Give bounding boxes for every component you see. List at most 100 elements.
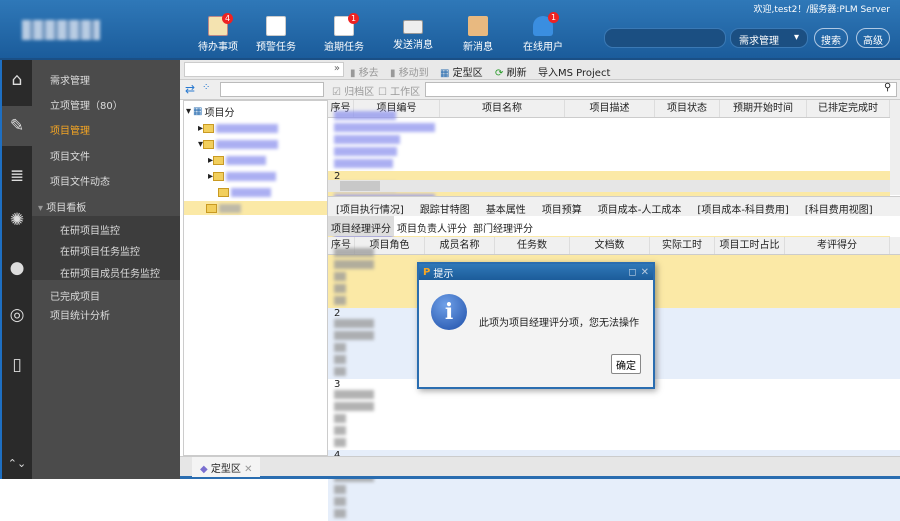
- new-message-button[interactable]: 新消息: [450, 16, 506, 53]
- sync-icon[interactable]: ⇄: [185, 82, 195, 96]
- tab-detail[interactable]: 基本属性: [478, 197, 534, 216]
- table-cell: [328, 402, 398, 414]
- database-icon[interactable]: ≣: [2, 156, 32, 196]
- folder-icon: [203, 123, 215, 133]
- menu-requirements[interactable]: 需求管理: [50, 72, 90, 87]
- book-icon[interactable]: ▯: [2, 345, 32, 385]
- tree-search-input[interactable]: [220, 82, 324, 97]
- table-cell: [328, 485, 393, 497]
- caret-down-icon: ▾: [38, 203, 47, 214]
- remove-button[interactable]: ▮ 移去: [350, 64, 379, 79]
- send-message-button[interactable]: 发送消息: [385, 16, 441, 51]
- table-row[interactable]: 3: [328, 379, 900, 450]
- detail-tabs: [项目执行情况] 跟踪甘特图 基本属性 项目预算 项目成本-人工成本 [项目成本-科目费用…: [328, 196, 900, 216]
- column-header[interactable]: 考评得分: [785, 237, 890, 254]
- broadcast-icon[interactable]: ◎: [2, 295, 32, 335]
- column-header[interactable]: 项目工时占比: [715, 237, 785, 254]
- tree-icon[interactable]: ⁘: [202, 82, 210, 93]
- overdue-tasks-button[interactable]: 1 逾期任务: [316, 13, 372, 53]
- todo-button[interactable]: 4 待办事项: [190, 13, 246, 53]
- warning-tasks-button[interactable]: 预警任务: [248, 16, 304, 53]
- table-cell: [328, 390, 398, 402]
- tree-node[interactable]: ▸: [208, 169, 277, 183]
- tab-detail[interactable]: 跟踪甘特图: [412, 197, 478, 216]
- tab-detail[interactable]: [项目执行情况]: [328, 197, 412, 216]
- tree-root[interactable]: ▾ ▦ 项目分: [186, 104, 234, 119]
- search-button[interactable]: 搜索: [814, 28, 848, 48]
- dialog-message: 此项为项目经理评分项，您无法操作: [479, 318, 639, 329]
- tree-node-selected[interactable]: [184, 201, 327, 215]
- menu-project-file-activity[interactable]: 项目文件动态: [50, 173, 110, 188]
- building-icon: ▦: [193, 105, 203, 117]
- tree-node[interactable]: ▾: [198, 137, 279, 151]
- menu-active-project-task-monitor[interactable]: 在研项目任务监控: [60, 243, 140, 258]
- refresh-icon: ⟳: [495, 68, 504, 79]
- table-cell: [328, 135, 418, 147]
- import-ms-project-button[interactable]: 导入MS Project: [538, 64, 610, 79]
- search-input[interactable]: [604, 28, 726, 48]
- info-icon: i: [431, 294, 467, 330]
- edit-icon[interactable]: ✎: [2, 106, 32, 146]
- scroll-chevrons-icon[interactable]: ⌃⌄: [2, 452, 32, 474]
- menu-project-files[interactable]: 项目文件: [50, 148, 90, 163]
- tree-node[interactable]: ▸: [208, 153, 267, 167]
- ok-button[interactable]: 确定: [611, 354, 641, 374]
- finalized-area-button[interactable]: ▦ 定型区: [440, 64, 483, 79]
- tree-node[interactable]: [218, 185, 271, 199]
- archive-checkbox[interactable]: ☑ 归档区: [332, 83, 374, 98]
- tree-node[interactable]: ▸: [198, 121, 279, 135]
- toolbar: » ▮ 移去 ▮ 移动到 ▦ 定型区 ⟳ 刷新 导入MS Project: [180, 60, 900, 80]
- menu-member-task-monitor[interactable]: 在研项目成员任务监控: [60, 265, 160, 280]
- tab-detail[interactable]: 项目成本-人工成本: [590, 197, 690, 216]
- module-select[interactable]: 需求管理 ▾: [730, 28, 808, 48]
- row-number: 2: [334, 308, 341, 319]
- maximize-icon[interactable]: ◻: [628, 267, 636, 278]
- table-cell: [328, 438, 433, 450]
- filter-select[interactable]: »: [184, 62, 344, 77]
- advanced-search-button[interactable]: 高级: [856, 28, 890, 48]
- workspace-checkbox[interactable]: ☐ 工作区: [378, 83, 420, 98]
- online-users-button[interactable]: 1 在线用户: [515, 12, 571, 53]
- row-number: 3: [334, 379, 341, 390]
- chat-icon[interactable]: ●: [2, 248, 32, 288]
- logo: [22, 20, 100, 40]
- column-header[interactable]: 文档数: [570, 237, 650, 254]
- menu-project-initiation[interactable]: 立项管理（80）: [50, 97, 123, 112]
- loading-icon[interactable]: ✺: [2, 200, 32, 240]
- tab-detail[interactable]: [项目成本-科目费用]: [689, 197, 796, 216]
- search-icon[interactable]: ⚲: [884, 82, 891, 93]
- menu-project-management[interactable]: 项目管理: [50, 122, 90, 137]
- menu-completed-projects[interactable]: 已完成项目: [50, 288, 100, 303]
- column-header[interactable]: 项目名称: [440, 100, 565, 117]
- tab-score[interactable]: 项目负责人评分: [394, 216, 470, 236]
- tab-detail[interactable]: 项目预算: [534, 197, 590, 216]
- grid-icon: ▦: [440, 68, 450, 79]
- column-header[interactable]: 任务数: [495, 237, 570, 254]
- column-header[interactable]: 项目状态: [655, 100, 720, 117]
- menu-project-statistics[interactable]: 项目统计分析: [50, 307, 110, 322]
- tab-detail[interactable]: [科目费用视图]: [797, 197, 881, 216]
- column-header[interactable]: 预期开始时间: [720, 100, 807, 117]
- table-cell: [328, 343, 393, 355]
- tab-score[interactable]: 项目经理评分: [328, 216, 394, 236]
- menu-project-board[interactable]: ▾ 项目看板: [38, 199, 86, 214]
- horizontal-scrollbar[interactable]: [328, 180, 890, 192]
- column-header[interactable]: 实际工时: [650, 237, 715, 254]
- tab-score[interactable]: 部门经理评分: [470, 216, 536, 236]
- close-icon[interactable]: ✕: [641, 267, 649, 278]
- grid-search-input[interactable]: [425, 82, 897, 97]
- home-icon[interactable]: ⌂: [2, 60, 32, 100]
- column-header[interactable]: 项目描述: [565, 100, 655, 117]
- warning-document-icon: [266, 16, 286, 36]
- column-header[interactable]: 成员名称: [425, 237, 495, 254]
- bottom-tab-bar: ◆ 定型区 ✕: [180, 456, 900, 479]
- inbox-icon: [468, 16, 488, 36]
- menu-active-project-monitor[interactable]: 在研项目监控: [60, 222, 120, 237]
- refresh-button[interactable]: ⟳ 刷新: [495, 64, 527, 79]
- users-icon: 1: [533, 12, 559, 36]
- column-header[interactable]: 已排定完成时: [807, 100, 890, 117]
- close-tab-icon[interactable]: ✕: [244, 464, 252, 475]
- tab-finalized-area[interactable]: ◆ 定型区 ✕: [192, 457, 261, 477]
- vertical-scrollbar[interactable]: [890, 100, 900, 195]
- move-to-button[interactable]: ▮ 移动到: [390, 64, 429, 79]
